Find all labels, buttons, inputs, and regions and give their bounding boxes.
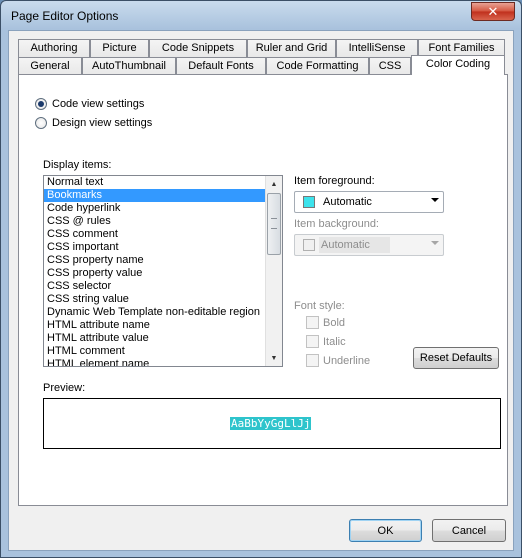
tab-label: IntelliSense <box>348 42 406 54</box>
foreground-color-swatch <box>303 196 315 208</box>
list-item[interactable]: CSS comment <box>44 228 266 241</box>
cancel-button[interactable]: Cancel <box>432 519 506 542</box>
radio-checked-icon <box>35 98 47 110</box>
reset-defaults-label: Reset Defaults <box>419 352 493 364</box>
tab-label: Font Families <box>428 42 495 54</box>
dropdown-arrow-icon <box>431 241 439 245</box>
tab-color-coding[interactable]: Color Coding <box>411 55 505 75</box>
item-background-value: Automatic <box>319 237 390 253</box>
window-title: Page Editor Options <box>11 9 119 23</box>
tab-label: Color Coding <box>425 58 491 70</box>
list-item[interactable]: Normal text <box>44 176 266 189</box>
tab-label: Code Snippets <box>161 42 235 54</box>
color-coding-panel: Code view settings Design view settings … <box>18 74 508 506</box>
dropdown-arrow-icon <box>431 198 439 202</box>
dialog-window: Page Editor Options ✕ Authoring Picture … <box>0 0 522 558</box>
tab-code-snippets[interactable]: Code Snippets <box>149 39 247 57</box>
cancel-label: Cancel <box>451 524 487 537</box>
tab-label: Code Formatting <box>276 60 359 72</box>
tab-label: Default Fonts <box>188 60 254 72</box>
list-item[interactable]: HTML attribute value <box>44 332 266 345</box>
list-item[interactable]: CSS @ rules <box>44 215 266 228</box>
list-item[interactable]: Dynamic Web Template non-editable region <box>44 306 266 319</box>
list-item[interactable]: HTML element name <box>44 358 266 366</box>
scroll-thumb[interactable] <box>267 193 281 255</box>
italic-checkbox: Italic <box>306 335 346 348</box>
chevron-down-icon: ▼ <box>270 354 278 362</box>
display-items-listbox[interactable]: Normal text Bookmarks Code hyperlink CSS… <box>43 175 283 367</box>
title-bar[interactable]: Page Editor Options ✕ <box>1 1 521 31</box>
item-foreground-select[interactable]: Automatic <box>294 191 444 213</box>
scroll-up-button[interactable]: ▲ <box>266 176 282 192</box>
preview-box: AaBbYyGgLlJj <box>43 398 501 449</box>
underline-label: Underline <box>323 354 371 367</box>
tab-label: CSS <box>378 60 402 72</box>
checkbox-icon <box>306 316 319 329</box>
tab-code-formatting[interactable]: Code Formatting <box>266 57 369 75</box>
design-view-settings-radio[interactable]: Design view settings <box>35 117 152 129</box>
italic-label: Italic <box>323 335 346 348</box>
tab-label: AutoThumbnail <box>92 60 166 72</box>
tab-ruler-and-grid[interactable]: Ruler and Grid <box>247 39 336 57</box>
preview-sample-text: AaBbYyGgLlJj <box>230 417 312 430</box>
display-items-list: Normal text Bookmarks Code hyperlink CSS… <box>44 176 266 366</box>
list-item[interactable]: CSS string value <box>44 293 266 306</box>
checkbox-icon <box>306 354 319 367</box>
display-items-label: Display items: <box>43 159 112 171</box>
tab-label: General <box>30 60 70 72</box>
checkbox-icon <box>306 335 319 348</box>
item-background-label: Item background: <box>294 218 379 230</box>
bold-checkbox: Bold <box>306 316 345 329</box>
close-icon: ✕ <box>487 3 499 19</box>
chevron-up-icon: ▲ <box>270 180 278 188</box>
design-view-settings-label: Design view settings <box>52 117 153 129</box>
tab-intellisense[interactable]: IntelliSense <box>336 39 418 57</box>
tab-label: Picture <box>102 42 137 54</box>
tab-css[interactable]: CSS <box>369 57 411 75</box>
code-view-settings-label: Code view settings <box>52 98 145 110</box>
tab-autothumbnail[interactable]: AutoThumbnail <box>82 57 176 75</box>
display-items-scrollbar[interactable]: ▲ ▼ <box>265 176 282 366</box>
list-item[interactable]: CSS selector <box>44 280 266 293</box>
dialog-client-area: Authoring Picture Code Snippets Ruler an… <box>8 30 514 551</box>
tab-label: Authoring <box>30 42 78 54</box>
list-item[interactable]: CSS property value <box>44 267 266 280</box>
list-item[interactable]: CSS property name <box>44 254 266 267</box>
ok-button[interactable]: OK <box>349 519 422 542</box>
font-style-label: Font style: <box>294 300 345 312</box>
code-view-settings-radio[interactable]: Code view settings <box>35 98 144 110</box>
scroll-down-button[interactable]: ▼ <box>266 350 282 366</box>
tab-general[interactable]: General <box>18 57 82 75</box>
background-color-swatch <box>303 239 315 251</box>
tab-default-fonts[interactable]: Default Fonts <box>176 57 266 75</box>
tab-authoring[interactable]: Authoring <box>18 39 90 57</box>
bold-label: Bold <box>323 316 346 329</box>
list-item[interactable]: HTML attribute name <box>44 319 266 332</box>
item-background-select: Automatic <box>294 234 444 256</box>
ok-label: OK <box>377 524 394 537</box>
list-item[interactable]: CSS important <box>44 241 266 254</box>
tab-label: Ruler and Grid <box>255 42 328 54</box>
tab-picture[interactable]: Picture <box>90 39 149 57</box>
preview-label: Preview: <box>43 382 86 394</box>
underline-checkbox: Underline <box>306 354 370 367</box>
item-foreground-value: Automatic <box>323 196 372 208</box>
close-button[interactable]: ✕ <box>471 2 515 21</box>
list-item-selected[interactable]: Bookmarks <box>44 189 266 202</box>
item-foreground-label: Item foreground: <box>294 175 375 187</box>
list-item[interactable]: HTML comment <box>44 345 266 358</box>
list-item[interactable]: Code hyperlink <box>44 202 266 215</box>
radio-unchecked-icon <box>35 117 47 129</box>
reset-defaults-button[interactable]: Reset Defaults <box>413 347 499 369</box>
